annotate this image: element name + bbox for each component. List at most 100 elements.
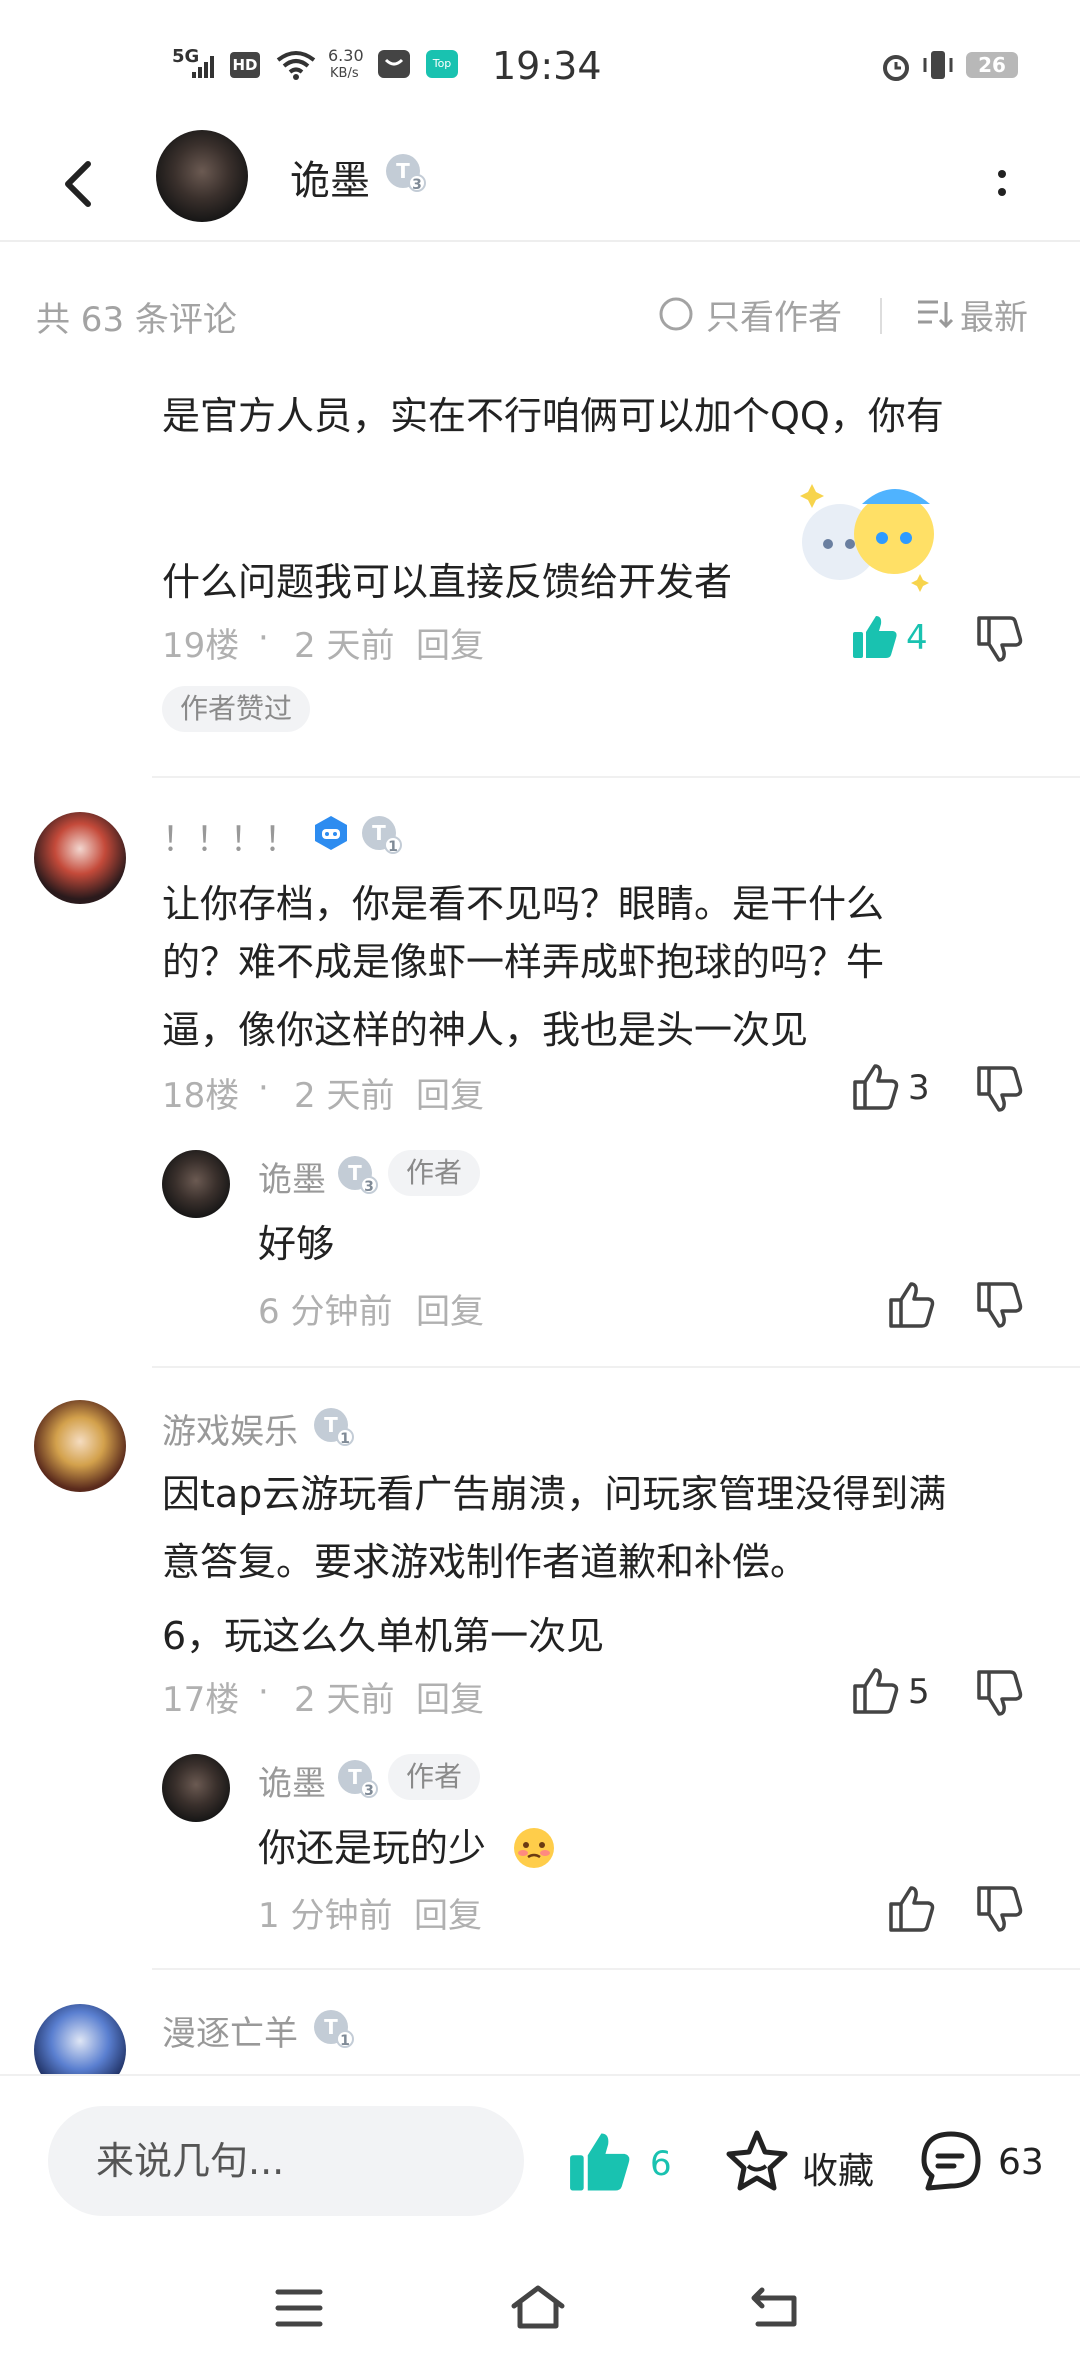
taptap-icon: Top — [426, 50, 458, 78]
clock: 19:34 — [492, 44, 602, 88]
thumbs-down-icon — [977, 616, 1023, 662]
reply-button[interactable]: 回复 — [416, 1068, 484, 1117]
comment-input[interactable]: 来说几句... — [48, 2106, 524, 2216]
home-icon — [511, 2285, 565, 2329]
thumbs-up-filled-icon — [853, 616, 897, 658]
dislike-button[interactable] — [976, 1884, 1026, 1938]
dot-separator: · — [258, 1672, 269, 1712]
comment-text-line: 因tap云游玩看广告崩溃，问玩家管理没得到满 — [162, 1472, 947, 1516]
menu-nav-button[interactable] — [274, 2286, 324, 2334]
more-vertical-icon — [998, 170, 1006, 196]
like-button[interactable]: 3 — [852, 1062, 962, 1116]
reply-username[interactable]: 诡墨 — [258, 1152, 326, 1201]
hd-label: HD — [232, 56, 258, 74]
comment-count: 共 63 条评论 — [36, 300, 237, 340]
dot-separator: · — [258, 1068, 269, 1108]
reply-avatar[interactable] — [162, 1754, 230, 1822]
post-like-count: 6 — [650, 2144, 672, 2184]
notification-icon — [378, 50, 410, 78]
like-button[interactable] — [888, 1280, 938, 1334]
author-tag: 作者 — [388, 1754, 481, 1800]
app-bar: 诡墨 T3 — [0, 130, 1080, 242]
anime-sticker-image — [792, 464, 940, 604]
reply-text: 你还是玩的少 — [258, 1826, 487, 1870]
user-avatar[interactable] — [34, 1400, 126, 1492]
reply-text: 好够 — [258, 1222, 335, 1266]
comment-text-line: 逼，像你这样的神人，我也是头一次见 — [162, 1008, 809, 1052]
level-number: 3 — [408, 174, 426, 193]
reply-avatar[interactable] — [162, 1150, 230, 1218]
reply-level-badge: T3 — [338, 1156, 378, 1195]
battery-level: 26 — [978, 53, 1006, 77]
comments-button[interactable]: 63 — [918, 2128, 1058, 2198]
signal-icon: 5G — [172, 46, 220, 80]
favorite-button[interactable]: 收藏 — [724, 2128, 884, 2198]
star-icon — [726, 2130, 788, 2191]
hd-icon: HD — [230, 52, 260, 78]
thumbs-down-icon — [977, 1670, 1023, 1716]
username[interactable]: 游戏娱乐 — [162, 1404, 298, 1453]
thumbs-up-icon — [853, 1668, 899, 1714]
comment-time: 2 天前 — [294, 1680, 395, 1720]
dislike-button[interactable] — [976, 614, 1026, 668]
dislike-button[interactable] — [976, 1668, 1026, 1722]
speech-bubble-icon — [921, 2131, 981, 2191]
thumbs-down-icon — [977, 1066, 1023, 1112]
back-button[interactable] — [50, 144, 110, 224]
header-divider — [880, 298, 882, 334]
return-icon — [751, 2287, 797, 2327]
reply-button[interactable]: 回复 — [414, 1888, 482, 1937]
level-number: 3 — [360, 1176, 378, 1195]
floor-number: 17楼 — [162, 1680, 240, 1720]
author-liked-badge: 作者赞过 — [162, 686, 311, 732]
more-options-button[interactable] — [984, 154, 1020, 214]
level-number: 3 — [360, 1780, 378, 1799]
comment-text-line: 6，玩这么久单机第一次见 — [162, 1614, 605, 1658]
radio-circle-icon — [659, 297, 693, 331]
author-name[interactable]: 诡墨 — [290, 148, 370, 206]
author-level-badge: T3 — [386, 154, 426, 193]
thumbs-up-filled-icon — [570, 2133, 630, 2191]
thumbs-up-icon — [889, 1282, 935, 1328]
author-avatar[interactable] — [156, 130, 248, 222]
comment-text-line: 让你存档，你是看不见吗？眼睛。是干什么 — [162, 882, 885, 926]
username[interactable]: ！！！！ — [162, 812, 298, 861]
wifi-icon — [276, 50, 316, 84]
alarm-icon — [880, 50, 912, 86]
comment-text-line: 什么问题我可以直接反馈给开发者 — [162, 560, 733, 604]
sort-icon — [918, 300, 954, 329]
embarrassed-emoji-icon — [512, 1826, 556, 1870]
comment-divider — [152, 1968, 1080, 1970]
like-button[interactable]: 4 — [850, 612, 960, 666]
gamepad-badge-icon — [312, 814, 350, 852]
sort-label: 最新 — [960, 298, 1028, 338]
thumbs-up-icon — [889, 1886, 935, 1932]
user-avatar[interactable] — [34, 812, 126, 904]
comment-time: 2 天前 — [294, 1076, 395, 1116]
like-count: 5 — [908, 1672, 930, 1712]
only-author-label: 只看作者 — [706, 298, 842, 338]
level-number: 1 — [336, 1428, 354, 1447]
taptap-label: Top — [432, 57, 452, 70]
post-like-button[interactable]: 6 — [566, 2128, 676, 2198]
like-button[interactable]: 5 — [852, 1666, 962, 1720]
dot-separator: · — [258, 618, 269, 658]
battery-icon: 26 — [966, 52, 1018, 78]
floor-number: 19楼 — [162, 626, 240, 666]
reply-level-badge: T3 — [338, 1760, 378, 1799]
like-button[interactable] — [888, 1884, 938, 1938]
comments-count: 63 — [998, 2142, 1044, 2183]
back-nav-button[interactable] — [748, 2284, 802, 2334]
dislike-button[interactable] — [976, 1064, 1026, 1118]
floor-number: 18楼 — [162, 1076, 240, 1116]
reply-button[interactable]: 回复 — [416, 1672, 484, 1721]
dislike-button[interactable] — [976, 1280, 1026, 1334]
like-count: 4 — [906, 618, 928, 658]
reply-username[interactable]: 诡墨 — [258, 1756, 326, 1805]
back-arrow-icon — [65, 161, 91, 207]
username[interactable]: 漫逐亡羊 — [162, 2006, 298, 2055]
home-nav-button[interactable] — [508, 2282, 568, 2336]
reply-button[interactable]: 回复 — [416, 618, 484, 667]
reply-button[interactable]: 回复 — [416, 1284, 484, 1333]
user-level-badge: T1 — [362, 816, 402, 855]
